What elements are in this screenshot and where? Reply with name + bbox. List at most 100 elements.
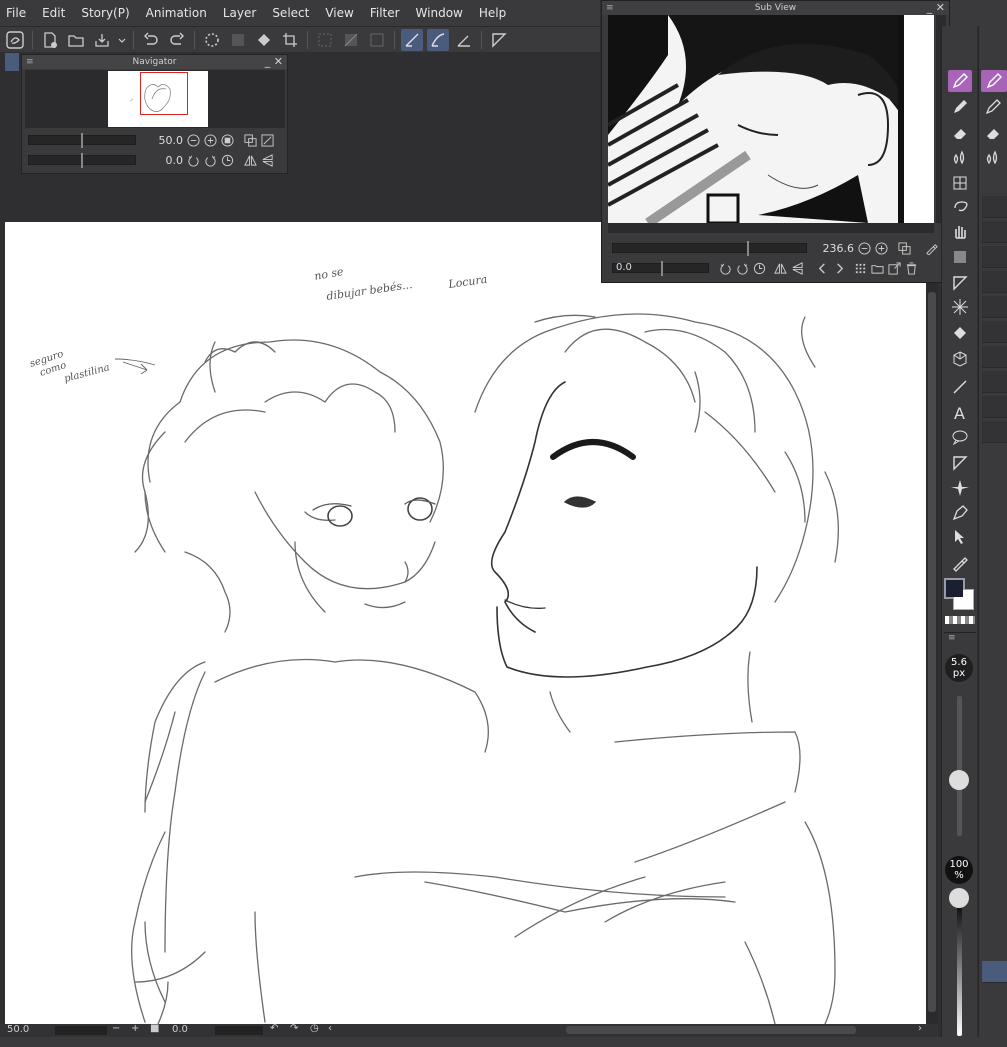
export-image-icon[interactable] bbox=[887, 261, 901, 275]
import-image-icon[interactable] bbox=[870, 261, 884, 275]
zoom-in-icon[interactable] bbox=[874, 241, 888, 255]
navigator-rotate-value[interactable]: 0.0 bbox=[139, 154, 184, 167]
fit-window-icon[interactable] bbox=[897, 241, 911, 255]
scrollbar-thumb[interactable] bbox=[928, 292, 936, 1012]
status-scroll-left-icon[interactable]: ‹ bbox=[328, 1023, 332, 1034]
status-zoom-slider[interactable] bbox=[55, 1026, 107, 1035]
clear-selection-icon[interactable] bbox=[227, 29, 249, 51]
ruler-icon[interactable] bbox=[488, 29, 510, 51]
menu-select[interactable]: Select bbox=[264, 6, 317, 20]
brush-preset-item[interactable] bbox=[982, 421, 1007, 443]
lasso-tool-icon[interactable] bbox=[948, 196, 972, 218]
brush-preset-item[interactable] bbox=[982, 196, 1007, 218]
ruler-snap-icon[interactable] bbox=[401, 28, 423, 51]
subview-rotate-slider[interactable]: 0.0 bbox=[612, 261, 709, 276]
grid-snap-icon[interactable] bbox=[453, 29, 475, 51]
previous-image-icon[interactable] bbox=[815, 261, 829, 275]
status-rotate-left-icon[interactable]: ↶ bbox=[270, 1023, 278, 1034]
panel-window-controls[interactable]: _ ✕ bbox=[927, 1, 945, 15]
flip-horizontal-icon[interactable] bbox=[773, 261, 787, 275]
status-rotate-right-icon[interactable]: ↷ bbox=[290, 1023, 298, 1034]
selection-hide-icon[interactable] bbox=[314, 29, 336, 51]
operation-tool-icon[interactable] bbox=[948, 526, 972, 548]
brush-preset-item[interactable] bbox=[982, 221, 1007, 243]
blend-tool-icon[interactable] bbox=[948, 146, 972, 168]
effect-line-tool-icon[interactable] bbox=[948, 296, 972, 318]
open-folder-icon[interactable] bbox=[65, 29, 87, 51]
panel-window-controls[interactable]: _ ✕ bbox=[265, 55, 283, 69]
delete-image-icon[interactable] bbox=[904, 261, 918, 275]
slider-handle[interactable] bbox=[661, 261, 663, 276]
brush-preset-item[interactable] bbox=[982, 346, 1007, 368]
status-zoom-value[interactable]: 50.0 bbox=[7, 1024, 29, 1035]
navigator-preview[interactable] bbox=[25, 70, 285, 128]
menu-view[interactable]: View bbox=[317, 6, 361, 20]
gradient-tool-icon[interactable] bbox=[948, 246, 972, 268]
sub-tool-blend-icon[interactable] bbox=[981, 146, 1005, 168]
subview-reference-image[interactable] bbox=[608, 15, 934, 223]
slider-handle[interactable] bbox=[747, 241, 749, 256]
frame-border-tool-icon[interactable] bbox=[948, 172, 972, 194]
rotate-left-icon[interactable] bbox=[186, 153, 200, 167]
sub-tool-marker-icon[interactable] bbox=[981, 96, 1005, 118]
navigator-rotate-slider[interactable] bbox=[28, 153, 136, 168]
flip-horizontal-icon[interactable] bbox=[243, 153, 257, 167]
fit-navigator-icon[interactable] bbox=[260, 133, 274, 147]
eyedropper-icon[interactable] bbox=[924, 241, 938, 255]
undo-icon[interactable] bbox=[140, 29, 162, 51]
flip-vertical-icon[interactable] bbox=[260, 153, 274, 167]
hand-tool-icon[interactable] bbox=[948, 220, 972, 242]
pen-nib-tool-icon[interactable] bbox=[948, 502, 972, 524]
subview-rotate-value[interactable]: 0.0 bbox=[616, 262, 632, 273]
selection-border-icon[interactable] bbox=[366, 29, 388, 51]
canvas-vertical-scrollbar[interactable] bbox=[926, 222, 938, 1024]
rotate-left-icon[interactable] bbox=[718, 261, 732, 275]
slider-handle[interactable] bbox=[81, 133, 83, 148]
status-zoom-in-icon[interactable]: + bbox=[131, 1023, 139, 1034]
ruler-tool-icon[interactable] bbox=[948, 272, 972, 294]
brush-preset-item[interactable] bbox=[982, 396, 1007, 418]
rotate-right-icon[interactable] bbox=[203, 153, 217, 167]
crop-icon[interactable] bbox=[279, 29, 301, 51]
flip-vertical-icon[interactable] bbox=[790, 261, 804, 275]
app-logo-icon[interactable] bbox=[4, 29, 26, 51]
pencil-tool-icon[interactable] bbox=[948, 96, 972, 118]
subview-titlebar[interactable]: ≡ Sub View _ ✕ bbox=[602, 1, 949, 15]
new-file-icon[interactable] bbox=[39, 29, 61, 51]
slider-handle[interactable] bbox=[81, 153, 83, 168]
menu-edit[interactable]: Edit bbox=[34, 6, 73, 20]
sub-tool-pen-icon[interactable] bbox=[981, 70, 1007, 92]
navigator-zoom-value[interactable]: 50.0 bbox=[139, 134, 184, 147]
brush-size-slider[interactable] bbox=[957, 696, 962, 836]
rotate-right-icon[interactable] bbox=[735, 261, 749, 275]
status-reset-rotation-icon[interactable]: ◷ bbox=[310, 1023, 319, 1034]
text-tool-icon[interactable]: A bbox=[948, 402, 972, 424]
opacity-slider[interactable] bbox=[957, 898, 962, 1036]
menu-filter[interactable]: Filter bbox=[362, 6, 408, 20]
eraser-tool-icon[interactable] bbox=[948, 122, 972, 144]
canvas-horizontal-scrollbar-thumb[interactable] bbox=[566, 1026, 856, 1034]
transparent-color-icon[interactable] bbox=[945, 616, 975, 624]
sparkle-tool-icon[interactable] bbox=[948, 476, 972, 498]
panel-menu-icon[interactable]: ≡ bbox=[606, 1, 614, 15]
brush-preset-item[interactable] bbox=[982, 271, 1007, 293]
menu-window[interactable]: Window bbox=[408, 6, 471, 20]
subview-zoom-slider[interactable] bbox=[612, 241, 807, 256]
chevron-down-icon[interactable] bbox=[117, 29, 127, 51]
brush-preset-item[interactable] bbox=[982, 246, 1007, 268]
selection-invert-icon[interactable] bbox=[340, 29, 362, 51]
subview-zoom-value[interactable]: 236.6 bbox=[810, 242, 855, 255]
brush-preset-item[interactable] bbox=[982, 321, 1007, 343]
subview-horizontal-scrollbar[interactable] bbox=[608, 223, 934, 233]
status-scroll-right-icon[interactable]: › bbox=[918, 1023, 922, 1034]
save-icon[interactable] bbox=[91, 29, 113, 51]
reset-rotation-icon[interactable] bbox=[220, 153, 234, 167]
redo-icon[interactable] bbox=[166, 29, 188, 51]
sub-tool-eraser-icon[interactable] bbox=[981, 122, 1005, 144]
special-ruler-snap-icon[interactable] bbox=[427, 28, 449, 51]
brush-size-panel-menu-icon[interactable]: ≡ bbox=[944, 632, 976, 646]
frame-ruler-tool-icon[interactable] bbox=[948, 452, 972, 474]
status-actual-size-icon[interactable]: ■ bbox=[150, 1023, 159, 1034]
3d-object-tool-icon[interactable] bbox=[948, 348, 972, 370]
actual-size-icon[interactable] bbox=[220, 133, 234, 147]
